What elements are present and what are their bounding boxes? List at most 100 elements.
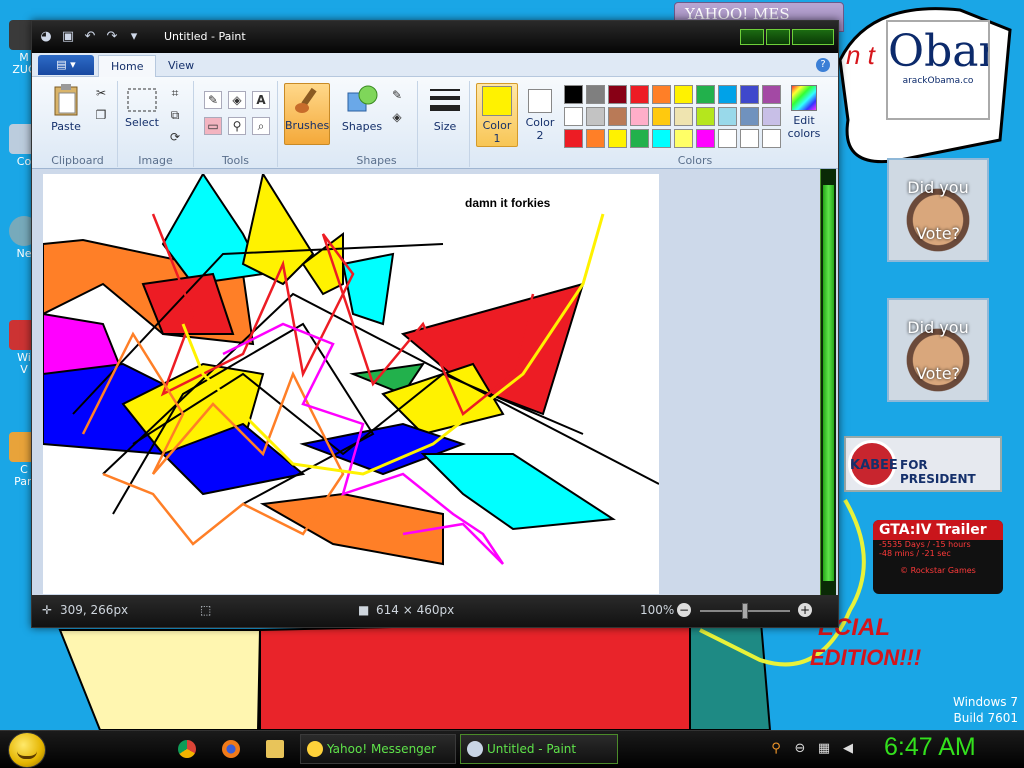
select-icon — [127, 88, 157, 112]
zoom-out-button[interactable]: − — [677, 603, 691, 617]
crop-icon[interactable]: ⌗ — [166, 85, 184, 103]
minus-circle-icon[interactable]: ⊖ — [792, 741, 808, 757]
paint-menu-button[interactable]: ▤ ▾ — [38, 55, 94, 75]
palette-swatch[interactable] — [630, 85, 649, 104]
volume-icon[interactable]: ◀ — [840, 741, 856, 757]
taskbar-yahoo-messenger[interactable]: Yahoo! Messenger — [300, 734, 456, 764]
palette-swatch[interactable] — [718, 85, 737, 104]
fill-icon[interactable]: ◈ — [228, 91, 246, 109]
obama-gadget[interactable]: Obar arackObama.co — [886, 20, 990, 120]
palette-swatch[interactable] — [740, 85, 759, 104]
palette-swatch[interactable] — [718, 107, 737, 126]
pencil-icon[interactable]: ✎ — [204, 91, 222, 109]
start-button[interactable] — [8, 732, 46, 768]
vote-gadget-mccain[interactable]: Did you Vote? — [887, 158, 989, 262]
palette-swatch[interactable] — [674, 107, 693, 126]
title-bar[interactable]: ◕ ▣ ↶ ↷ ▾ Untitled - Paint — [32, 21, 838, 53]
explorer-icon[interactable] — [266, 740, 284, 758]
scrollbar-thumb[interactable] — [823, 185, 834, 581]
gta-title: GTA:IV Trailer — [873, 520, 1003, 540]
palette-swatch[interactable] — [564, 107, 583, 126]
color-picker-icon[interactable]: ⚲ — [228, 117, 246, 135]
drawing-canvas[interactable]: damn it forkies — [42, 171, 660, 594]
palette-swatch[interactable] — [652, 85, 671, 104]
rotate-icon[interactable]: ⟳ — [166, 129, 184, 147]
magnifier-icon[interactable]: ⌕ — [252, 117, 270, 135]
os-watermark: Windows 7 Build 7601 — [952, 695, 1018, 725]
gta-countdown-gadget[interactable]: GTA:IV Trailer -5535 Days / -15 hours -4… — [873, 520, 1003, 594]
palette-swatch[interactable] — [674, 129, 693, 148]
palette-swatch[interactable] — [762, 85, 781, 104]
close-button[interactable] — [792, 29, 834, 45]
palette-swatch[interactable] — [696, 85, 715, 104]
redo-icon[interactable]: ↷ — [104, 29, 120, 45]
eraser-icon[interactable]: ▭ — [204, 117, 222, 135]
customize-qat-icon[interactable]: ▾ — [126, 29, 142, 45]
palette-swatch[interactable] — [652, 129, 671, 148]
palette-swatch[interactable] — [674, 85, 693, 104]
palette-swatch[interactable] — [608, 85, 627, 104]
help-icon[interactable]: ? — [816, 58, 830, 72]
undo-icon[interactable]: ↶ — [82, 29, 98, 45]
palette-swatch[interactable] — [652, 107, 671, 126]
palette-swatch[interactable] — [608, 107, 627, 126]
firefox-icon[interactable] — [222, 740, 240, 758]
palette-swatch[interactable] — [762, 107, 781, 126]
palette-swatch[interactable] — [740, 129, 759, 148]
color1-button[interactable]: Color 1 — [476, 83, 518, 147]
rainbow-icon — [791, 85, 817, 111]
palette-swatch[interactable] — [630, 129, 649, 148]
shape-fill-icon[interactable]: ◈ — [388, 109, 406, 127]
selection-size-icon: ⬚ — [200, 603, 212, 617]
zoom-in-button[interactable]: + — [798, 603, 812, 617]
zoom-level: 100% — [640, 603, 675, 617]
cut-icon[interactable]: ✂ — [92, 85, 110, 103]
palette-swatch[interactable] — [608, 129, 627, 148]
edit-colors-button[interactable]: Edit colors — [782, 85, 826, 140]
palette-swatch[interactable] — [740, 107, 759, 126]
vote-gadget-clinton[interactable]: Did you Vote? — [887, 298, 989, 402]
tab-view[interactable]: View — [156, 55, 206, 77]
vertical-scrollbar[interactable] — [820, 169, 836, 595]
copy-icon[interactable]: ❐ — [92, 107, 110, 125]
outline-icon[interactable]: ✎ — [388, 87, 406, 105]
brushes-button[interactable]: Brushes — [284, 83, 330, 145]
zoom-slider-thumb[interactable] — [742, 603, 748, 619]
status-bar: ✛ 309, 266px ⬚ ■ 614 × 460px 100% − + — [32, 595, 838, 627]
palette-swatch[interactable] — [718, 129, 737, 148]
palette-swatch[interactable] — [630, 107, 649, 126]
select-button[interactable]: Select — [122, 87, 162, 129]
minimize-button[interactable] — [740, 29, 764, 45]
palette-swatch[interactable] — [564, 85, 583, 104]
clipboard-group: Paste ✂ ❐ Clipboard — [38, 81, 118, 167]
palette-swatch[interactable] — [586, 107, 605, 126]
palette-swatch[interactable] — [564, 129, 583, 148]
clock[interactable]: 6:47 AM — [884, 733, 976, 762]
resize-icon[interactable]: ⧉ — [166, 107, 184, 125]
palette-swatch[interactable] — [696, 129, 715, 148]
tab-home[interactable]: Home — [98, 55, 157, 77]
art-cyan-shape-3 — [420, 453, 616, 531]
paint-window[interactable]: ◕ ▣ ↶ ↷ ▾ Untitled - Paint ▤ ▾ Home View… — [31, 20, 839, 628]
size-icon — [430, 89, 460, 111]
chrome-icon[interactable] — [178, 740, 196, 758]
text-icon[interactable]: A — [252, 91, 270, 109]
palette-swatch[interactable] — [586, 129, 605, 148]
palette-swatch[interactable] — [696, 107, 715, 126]
paste-button[interactable]: Paste — [44, 83, 88, 133]
wallpaper-text-top: n t — [846, 40, 877, 70]
obama-gadget-title: Obar — [888, 26, 990, 77]
save-icon[interactable]: ▣ — [60, 29, 76, 45]
quick-access-toolbar: ◕ ▣ ↶ ↷ ▾ — [38, 29, 142, 45]
shapes-button[interactable]: Shapes — [340, 83, 384, 133]
maximize-button[interactable] — [766, 29, 790, 45]
taskbar-paint[interactable]: Untitled - Paint — [460, 734, 618, 764]
palette-swatch[interactable] — [586, 85, 605, 104]
color1-swatch — [482, 86, 512, 116]
color2-button[interactable]: Color 2 — [520, 83, 560, 142]
palette-swatch[interactable] — [762, 129, 781, 148]
huckabee-gadget[interactable]: KABEE FOR PRESIDENT — [844, 436, 1002, 492]
network-tray-icon[interactable]: ▦ — [816, 741, 832, 757]
search-icon[interactable]: ⚲ — [768, 741, 784, 757]
size-button[interactable]: Size — [424, 85, 466, 133]
